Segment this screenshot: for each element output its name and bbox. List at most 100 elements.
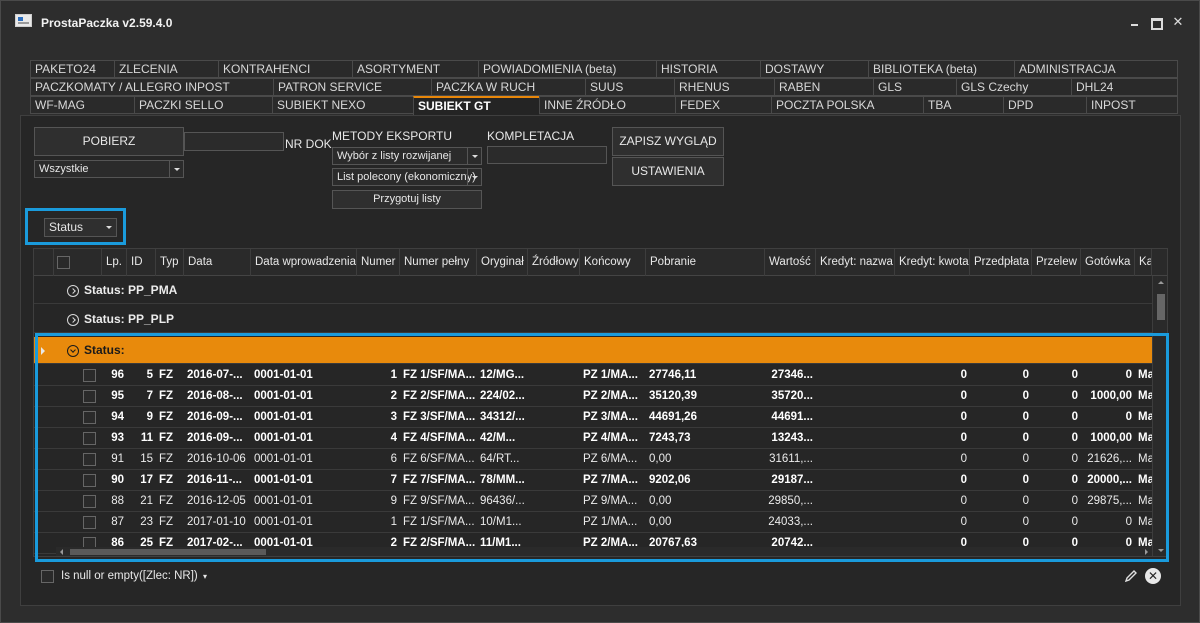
column-header[interactable]: Numer [357, 249, 400, 276]
cell-przelew[interactable]: 0 [1032, 386, 1081, 407]
cell-data[interactable]: 2016-09-... [184, 428, 251, 449]
pobierz-button[interactable]: POBIERZ [34, 127, 184, 156]
cell-kredyt-nazwa[interactable] [816, 386, 895, 407]
cell-przelew[interactable]: 0 [1032, 491, 1081, 512]
close-window-button[interactable]: ✕ [1169, 13, 1187, 31]
document-filter-select[interactable]: Wszystkie [34, 160, 184, 178]
cell-data[interactable]: 2016-11-... [184, 470, 251, 491]
column-header[interactable]: Przedpłata [970, 249, 1032, 276]
cell-kredyt-kwota[interactable]: 0 [895, 386, 970, 407]
cell-przedplata[interactable]: 0 [970, 365, 1032, 386]
select-all-checkbox[interactable] [57, 256, 70, 269]
row-checkbox[interactable] [83, 369, 96, 382]
cell-wartosc[interactable]: 29850,... [765, 491, 816, 512]
cell-id[interactable]: 5 [127, 365, 156, 386]
tab-inpost[interactable]: INPOST [1086, 96, 1178, 114]
cell-ka[interactable]: Ma [1135, 470, 1152, 491]
column-header[interactable]: ID [127, 249, 156, 276]
table-row[interactable]: 93 11 FZ 2016-09-... 0001-01-01 4 FZ 4/SF/MA..… [34, 428, 1152, 449]
table-row[interactable]: 95 7 FZ 2016-08-... 0001-01-01 2 FZ 2/SF/MA...… [34, 386, 1152, 407]
maximize-button[interactable] [1147, 13, 1165, 31]
zapisz-wyglad-button[interactable]: ZAPISZ WYGLĄD [612, 127, 724, 156]
column-header[interactable]: Kredyt: nazwa [816, 249, 895, 276]
cell-typ[interactable]: FZ [156, 407, 184, 428]
cell-pobranie[interactable]: 9202,06 [646, 470, 765, 491]
tab-historia[interactable]: HISTORIA [656, 60, 760, 78]
cell-ka[interactable]: Ma [1135, 491, 1152, 512]
cell-ka[interactable]: Ma [1135, 407, 1152, 428]
cell-data[interactable]: 2016-08-... [184, 386, 251, 407]
cell-numer-pelny[interactable]: FZ 1/SF/MA... [400, 512, 477, 533]
cell-pobranie[interactable]: 27746,11 [646, 365, 765, 386]
scroll-up-icon[interactable] [1158, 281, 1164, 284]
tab-zlecenia[interactable]: ZLECENIA [114, 60, 218, 78]
cell-kredyt-kwota[interactable]: 0 [895, 491, 970, 512]
cell-ka[interactable]: Ma [1135, 449, 1152, 470]
cell-kredyt-nazwa[interactable] [816, 407, 895, 428]
cell-zrodlowy[interactable] [528, 512, 580, 533]
cell-ka[interactable]: Ma [1135, 365, 1152, 386]
cell-numer[interactable]: 1 [357, 365, 400, 386]
cell-przelew[interactable]: 0 [1032, 428, 1081, 449]
cell-gotowka[interactable]: 1000,00 [1081, 386, 1135, 407]
vertical-scrollbar[interactable] [1152, 276, 1167, 556]
scroll-down-icon[interactable] [1158, 549, 1164, 552]
tab-gls-czechy[interactable]: GLS Czechy [956, 78, 1071, 96]
column-header[interactable]: Ka [1135, 249, 1152, 276]
cell-oryginal[interactable]: 42/M... [477, 428, 528, 449]
cell-data[interactable]: 2016-09-... [184, 407, 251, 428]
column-header[interactable]: Data [184, 249, 251, 276]
cell-kredyt-kwota[interactable]: 0 [895, 512, 970, 533]
przygotuj-listy-button[interactable]: Przygotuj listy [332, 190, 482, 209]
cell-id[interactable]: 17 [127, 470, 156, 491]
tab-dhl24[interactable]: DHL24 [1071, 78, 1178, 96]
tab-patron-service[interactable]: PATRON SERVICE [273, 78, 431, 96]
cell-pobranie[interactable]: 7243,73 [646, 428, 765, 449]
tab-suus[interactable]: SUUS [585, 78, 674, 96]
row-checkbox[interactable] [83, 390, 96, 403]
cell-pobranie[interactable]: 0,00 [646, 512, 765, 533]
cell-gotowka[interactable]: 21626,... [1081, 449, 1135, 470]
cell-numer[interactable]: 1 [357, 512, 400, 533]
cell-numer-pelny[interactable]: FZ 3/SF/MA... [400, 407, 477, 428]
cell-gotowka[interactable]: 0 [1081, 365, 1135, 386]
cell-kredyt-kwota[interactable]: 0 [895, 470, 970, 491]
cell-kredyt-nazwa[interactable] [816, 470, 895, 491]
cell-numer[interactable]: 2 [357, 386, 400, 407]
cell-typ[interactable]: FZ [156, 449, 184, 470]
column-header[interactable]: Przelew [1032, 249, 1081, 276]
cell-wartosc[interactable]: 31611,... [765, 449, 816, 470]
tab-paczkomaty[interactable]: PACZKOMATY / ALLEGRO INPOST [30, 78, 273, 96]
tab-gls[interactable]: GLS [873, 78, 956, 96]
row-checkbox[interactable] [83, 432, 96, 445]
cell-lp[interactable]: 87 [102, 512, 127, 533]
cell-data-wpr[interactable]: 0001-01-01 [251, 491, 357, 512]
cell-numer[interactable]: 3 [357, 407, 400, 428]
tab-fedex[interactable]: FEDEX [675, 96, 771, 114]
cell-numer[interactable]: 6 [357, 449, 400, 470]
cell-ka[interactable]: Ma [1135, 386, 1152, 407]
cell-numer-pelny[interactable]: FZ 1/SF/MA... [400, 365, 477, 386]
cell-kredyt-nazwa[interactable] [816, 449, 895, 470]
scroll-left-icon[interactable] [60, 549, 63, 555]
cell-gotowka[interactable]: 20000,... [1081, 470, 1135, 491]
cell-przedplata[interactable]: 0 [970, 428, 1032, 449]
cell-przedplata[interactable]: 0 [970, 512, 1032, 533]
cell-zrodlowy[interactable] [528, 386, 580, 407]
tab-dpd[interactable]: DPD [1003, 96, 1086, 114]
table-row[interactable]: 88 21 FZ 2016-12-05 0001-01-01 9 FZ 9/SF/MA...… [34, 491, 1152, 512]
cell-przedplata[interactable]: 0 [970, 470, 1032, 491]
cell-koncowy[interactable]: PZ 1/MA... [580, 365, 646, 386]
letter-type-select[interactable]: List polecony (ekonomiczny) [332, 168, 482, 186]
cell-kredyt-kwota[interactable]: 0 [895, 428, 970, 449]
cell-oryginal[interactable]: 224/02... [477, 386, 528, 407]
cell-pobranie[interactable]: 35120,39 [646, 386, 765, 407]
cell-data-wpr[interactable]: 0001-01-01 [251, 407, 357, 428]
cell-oryginal[interactable]: 96436/... [477, 491, 528, 512]
cell-kredyt-nazwa[interactable] [816, 512, 895, 533]
scroll-right-icon[interactable] [1145, 549, 1148, 555]
cell-numer-pelny[interactable]: FZ 7/SF/MA... [400, 470, 477, 491]
cell-ka[interactable]: Ma [1135, 512, 1152, 533]
cell-zrodlowy[interactable] [528, 449, 580, 470]
tab-raben[interactable]: RABEN [774, 78, 873, 96]
